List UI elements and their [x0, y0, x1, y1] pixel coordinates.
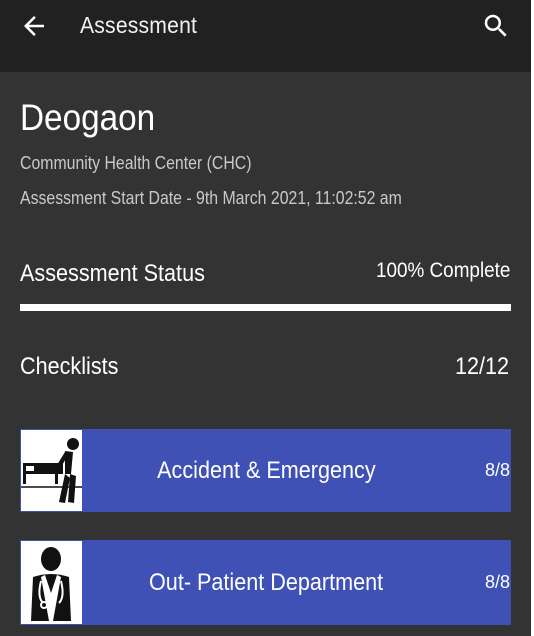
checklist-item-out-patient[interactable]: Out- Patient Department 8/8 — [20, 540, 511, 625]
checklists-label: Checklists — [20, 353, 119, 380]
checklist-item-title: Accident & Emergency — [157, 456, 376, 484]
checklist-item-title-wrap: Accident & Emergency — [82, 429, 451, 512]
checklists-count: 12/12 — [454, 353, 509, 380]
checklist-item-accident-emergency[interactable]: Accident & Emergency 8/8 — [20, 429, 511, 512]
checklist-item-count: 8/8 — [484, 460, 510, 480]
assessment-progress-bar — [20, 304, 511, 311]
assessment-screen: Assessment Deogaon Community Health Cent… — [0, 0, 531, 636]
facility-name: Deogaon — [20, 97, 156, 138]
assessment-status-label: Assessment Status — [20, 260, 205, 287]
arrow-left-icon — [24, 16, 44, 36]
checklist-item-title: Out- Patient Department — [149, 568, 384, 596]
assessment-start-date: Assessment Start Date - 9th March 2021, … — [20, 188, 402, 208]
checklist-item-title-wrap: Out- Patient Department — [82, 540, 451, 625]
app-bar: Assessment — [0, 0, 531, 72]
stretcher-patient-icon — [21, 430, 82, 511]
progress-fill — [20, 304, 511, 311]
back-button[interactable] — [16, 8, 52, 44]
page-title: Assessment — [80, 12, 198, 38]
facility-type: Community Health Center (CHC) — [20, 153, 252, 173]
doctor-icon — [21, 541, 82, 624]
checklist-item-count: 8/8 — [484, 572, 510, 592]
assessment-status-value: 100% Complete — [375, 259, 510, 282]
search-button[interactable] — [476, 6, 516, 46]
search-icon — [484, 14, 507, 37]
